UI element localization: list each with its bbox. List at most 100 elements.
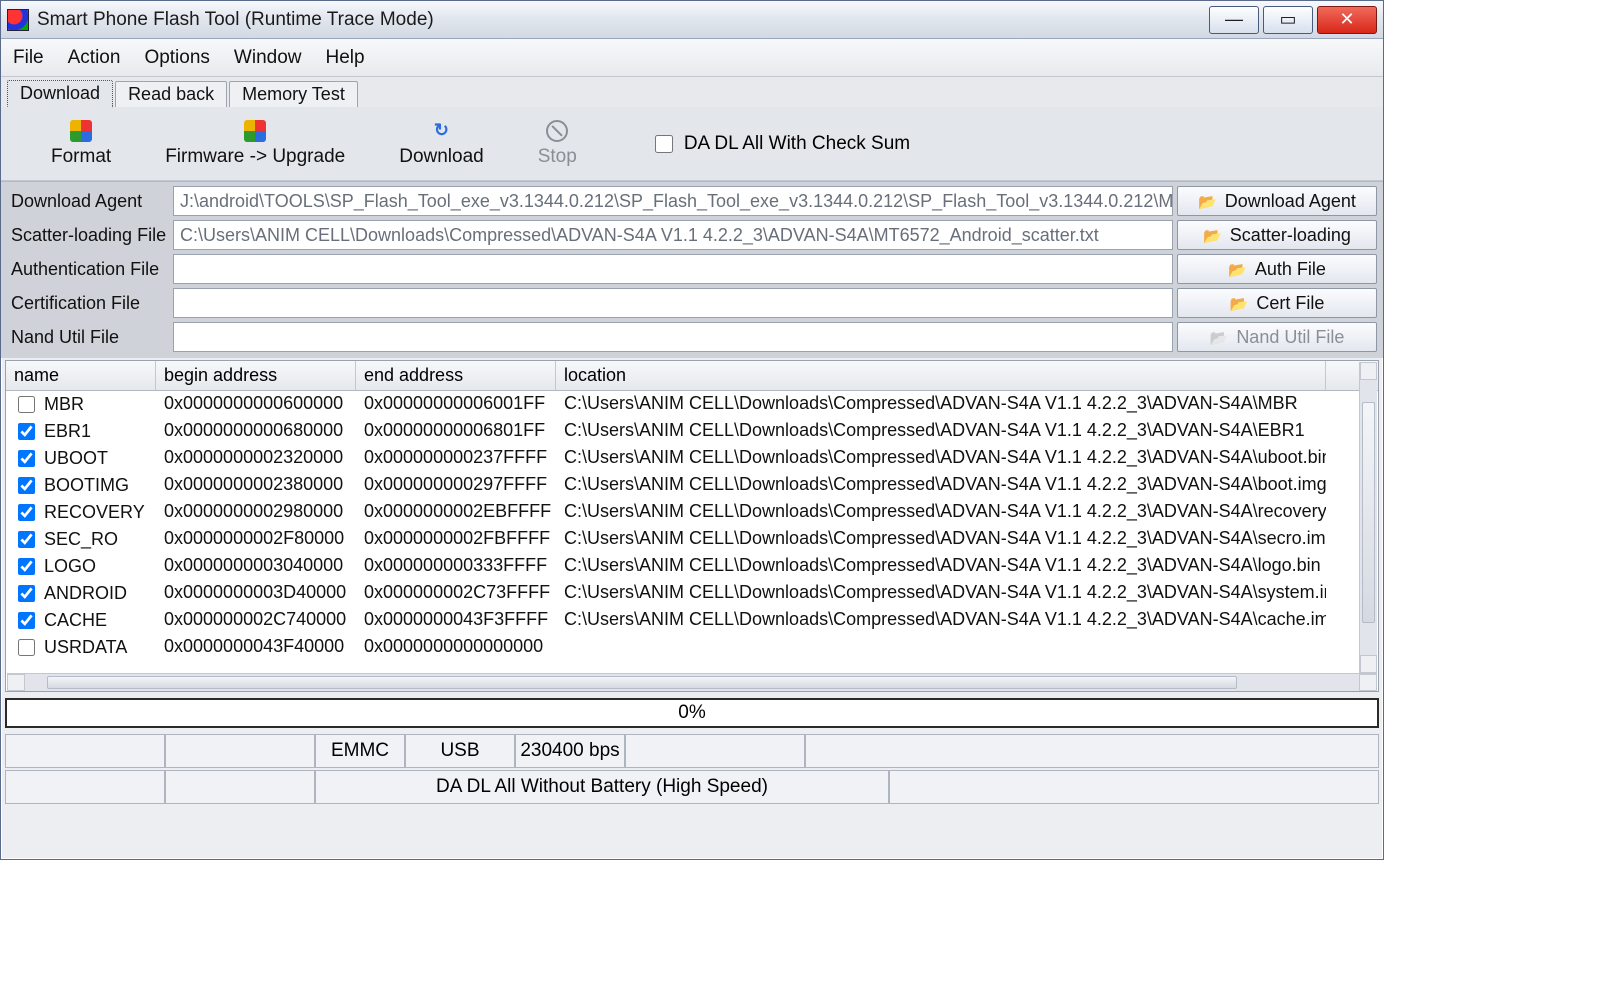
scatter-label: Scatter-loading File bbox=[7, 220, 169, 250]
status-baud: 230400 bps bbox=[515, 734, 625, 768]
row-checkbox[interactable] bbox=[18, 504, 35, 521]
download-icon: ↻ bbox=[430, 120, 452, 142]
cell-loc: C:\Users\ANIM CELL\Downloads\Compressed\… bbox=[556, 526, 1326, 553]
row-checkbox[interactable] bbox=[18, 477, 35, 494]
checksum-checkbox-row[interactable]: DA DL All With Check Sum bbox=[651, 132, 910, 156]
status-conn: USB bbox=[405, 734, 515, 768]
tab-readback[interactable]: Read back bbox=[115, 81, 227, 107]
firmware-upgrade-button[interactable]: Firmware -> Upgrade bbox=[165, 120, 345, 168]
folder-open-icon bbox=[1230, 293, 1249, 314]
cell-name: UBOOT bbox=[44, 448, 108, 469]
cell-end: 0x0000000002EBFFFF bbox=[356, 499, 556, 526]
minimize-button[interactable]: — bbox=[1209, 6, 1259, 34]
progress-bar: 0% bbox=[5, 698, 1379, 728]
menu-action[interactable]: Action bbox=[68, 47, 121, 69]
status2-blank1 bbox=[5, 770, 165, 804]
file-paths: Download Agent J:\android\TOOLS\SP_Flash… bbox=[1, 181, 1383, 358]
auth-label: Authentication File bbox=[7, 254, 169, 284]
format-button[interactable]: Format bbox=[51, 120, 111, 168]
table-row[interactable]: SEC_RO0x0000000002F800000x0000000002FBFF… bbox=[6, 526, 1378, 553]
cell-loc: C:\Users\ANIM CELL\Downloads\Compressed\… bbox=[556, 472, 1326, 499]
table-row[interactable]: BOOTIMG0x00000000023800000x000000000297F… bbox=[6, 472, 1378, 499]
table-row[interactable]: MBR0x00000000006000000x00000000006001FFC… bbox=[6, 391, 1378, 418]
row-checkbox[interactable] bbox=[18, 531, 35, 548]
download-agent-input[interactable]: J:\android\TOOLS\SP_Flash_Tool_exe_v3.13… bbox=[173, 186, 1173, 216]
table-row[interactable]: ANDROID0x0000000003D400000x000000002C73F… bbox=[6, 580, 1378, 607]
cell-name: CACHE bbox=[44, 610, 107, 631]
auth-button[interactable]: Auth File bbox=[1177, 254, 1377, 284]
cell-begin: 0x0000000002320000 bbox=[156, 445, 356, 472]
scatter-input[interactable]: C:\Users\ANIM CELL\Downloads\Compressed\… bbox=[173, 220, 1173, 250]
col-name[interactable]: name bbox=[6, 361, 156, 390]
stop-button[interactable]: Stop bbox=[538, 120, 577, 168]
menu-help[interactable]: Help bbox=[326, 47, 365, 69]
row-checkbox[interactable] bbox=[18, 585, 35, 602]
table-row[interactable]: CACHE0x000000002C7400000x0000000043F3FFF… bbox=[6, 607, 1378, 634]
upgrade-label: Firmware -> Upgrade bbox=[165, 146, 345, 168]
scatter-button[interactable]: Scatter-loading bbox=[1177, 220, 1377, 250]
table-row[interactable]: RECOVERY0x00000000029800000x0000000002EB… bbox=[6, 499, 1378, 526]
col-end[interactable]: end address bbox=[356, 361, 556, 390]
close-button[interactable]: ✕ bbox=[1317, 6, 1377, 34]
cell-end: 0x000000000237FFFF bbox=[356, 445, 556, 472]
tab-download[interactable]: Download bbox=[7, 80, 113, 108]
row-checkbox[interactable] bbox=[18, 396, 35, 413]
tabstrip: Download Read back Memory Test bbox=[1, 77, 1383, 107]
status-bar-2: DA DL All Without Battery (High Speed) bbox=[5, 770, 1379, 804]
status-cell-blank2 bbox=[165, 734, 315, 768]
row-checkbox[interactable] bbox=[18, 612, 35, 629]
menu-options[interactable]: Options bbox=[144, 47, 209, 69]
download-label: Download bbox=[399, 146, 484, 168]
row-checkbox[interactable] bbox=[18, 450, 35, 467]
row-checkbox[interactable] bbox=[18, 639, 35, 656]
cell-name: MBR bbox=[44, 394, 84, 415]
folder-open-icon bbox=[1198, 191, 1217, 212]
cell-end: 0x00000000006801FF bbox=[356, 418, 556, 445]
cell-loc: C:\Users\ANIM CELL\Downloads\Compressed\… bbox=[556, 607, 1326, 634]
menu-file[interactable]: File bbox=[13, 47, 44, 69]
format-label: Format bbox=[51, 146, 111, 168]
cell-begin: 0x0000000002980000 bbox=[156, 499, 356, 526]
checksum-label: DA DL All With Check Sum bbox=[684, 133, 910, 155]
table-row[interactable]: UBOOT 0x00000000023200000x000000000237FFF… bbox=[6, 445, 1378, 472]
col-loc[interactable]: location bbox=[556, 361, 1326, 390]
checksum-checkbox[interactable] bbox=[655, 135, 673, 153]
nand-input[interactable] bbox=[173, 322, 1173, 352]
folder-open-icon bbox=[1228, 259, 1247, 280]
vertical-scrollbar[interactable] bbox=[1359, 362, 1377, 673]
stop-icon bbox=[546, 120, 568, 142]
table-row[interactable]: EBR10x00000000006800000x00000000006801FF… bbox=[6, 418, 1378, 445]
cert-button[interactable]: Cert File bbox=[1177, 288, 1377, 318]
scroll-thumb[interactable] bbox=[1362, 402, 1375, 623]
scroll-right-icon[interactable] bbox=[1359, 674, 1377, 691]
cell-loc: C:\Users\ANIM CELL\Downloads\Compressed\… bbox=[556, 553, 1326, 580]
cell-name: LOGO bbox=[44, 556, 96, 577]
cell-name: ANDROID bbox=[44, 583, 127, 604]
horizontal-scrollbar[interactable] bbox=[7, 673, 1377, 691]
row-checkbox[interactable] bbox=[18, 423, 35, 440]
menu-window[interactable]: Window bbox=[234, 47, 302, 69]
table-row[interactable]: USRDATA0x0000000043F400000x0000000000000… bbox=[6, 634, 1378, 661]
status-bar-1: EMMC USB 230400 bps bbox=[5, 734, 1379, 768]
col-begin[interactable]: begin address bbox=[156, 361, 356, 390]
scroll-up-icon[interactable] bbox=[1360, 362, 1377, 380]
cell-end: 0x0000000000000000 bbox=[356, 634, 556, 661]
toolbar: Format Firmware -> Upgrade ↻ Download St… bbox=[1, 107, 1383, 181]
cell-begin: 0x0000000000600000 bbox=[156, 391, 356, 418]
window-title: Smart Phone Flash Tool (Runtime Trace Mo… bbox=[37, 9, 1209, 31]
cell-name: BOOTIMG bbox=[44, 475, 129, 496]
titlebar: Smart Phone Flash Tool (Runtime Trace Mo… bbox=[1, 1, 1383, 39]
cert-input[interactable] bbox=[173, 288, 1173, 318]
download-agent-button[interactable]: Download Agent bbox=[1177, 186, 1377, 216]
auth-input[interactable] bbox=[173, 254, 1173, 284]
table-row[interactable]: LOGO0x00000000030400000x000000000333FFFF… bbox=[6, 553, 1378, 580]
scroll-thumb[interactable] bbox=[47, 676, 1237, 689]
cell-loc: C:\Users\ANIM CELL\Downloads\Compressed\… bbox=[556, 391, 1326, 418]
tab-memory-test[interactable]: Memory Test bbox=[229, 81, 358, 107]
scroll-left-icon[interactable] bbox=[7, 674, 25, 691]
cell-loc: C:\Users\ANIM CELL\Downloads\Compressed\… bbox=[556, 499, 1326, 526]
row-checkbox[interactable] bbox=[18, 558, 35, 575]
download-button[interactable]: ↻ Download bbox=[399, 120, 484, 168]
scroll-down-icon[interactable] bbox=[1360, 655, 1377, 673]
maximize-button[interactable]: ▭ bbox=[1263, 6, 1313, 34]
